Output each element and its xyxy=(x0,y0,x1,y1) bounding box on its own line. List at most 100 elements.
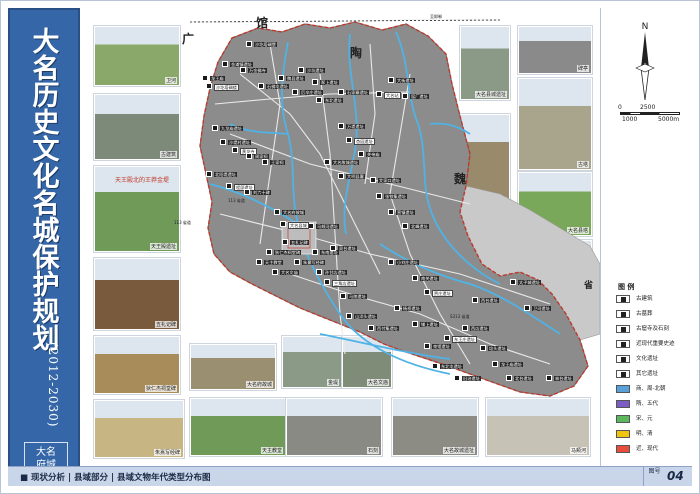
heritage-site-icon[interactable] xyxy=(376,193,382,199)
heritage-site-icon[interactable] xyxy=(340,293,346,299)
heritage-site-icon[interactable] xyxy=(506,375,512,381)
heritage-site-icon[interactable] xyxy=(480,345,486,351)
heritage-site-icon[interactable] xyxy=(274,209,280,215)
heritage-site-icon[interactable] xyxy=(324,159,330,165)
heritage-site-icon[interactable] xyxy=(524,305,530,311)
heritage-site-icon[interactable] xyxy=(388,259,394,265)
heritage-site-label[interactable]: 大名府故城 xyxy=(282,210,305,215)
heritage-site-icon[interactable] xyxy=(266,249,272,255)
heritage-site-icon[interactable] xyxy=(226,183,232,189)
heritage-site-icon[interactable] xyxy=(206,171,212,177)
heritage-site-icon[interactable] xyxy=(492,361,498,367)
heritage-site-icon[interactable] xyxy=(222,61,228,67)
heritage-site-icon[interactable] xyxy=(258,83,264,89)
heritage-site-label[interactable]: 朱熹写经碑 xyxy=(302,260,325,265)
heritage-site-label[interactable]: 艾家口遗址 xyxy=(378,178,401,183)
heritage-site-label[interactable]: 西付集遗址 xyxy=(376,326,399,331)
heritage-site-icon[interactable] xyxy=(376,91,382,97)
heritage-site-label[interactable]: 东北遗址 xyxy=(324,98,343,103)
heritage-site-icon[interactable] xyxy=(202,75,208,81)
heritage-site-icon[interactable] xyxy=(308,223,314,229)
heritage-site-icon[interactable] xyxy=(472,297,478,303)
heritage-site-icon[interactable] xyxy=(282,239,288,245)
heritage-site-label[interactable]: 大明县署 xyxy=(346,174,365,179)
heritage-site-icon[interactable] xyxy=(394,305,400,311)
heritage-site-label[interactable]: 天主教堂 xyxy=(264,260,283,265)
heritage-site-icon[interactable] xyxy=(444,335,450,341)
heritage-site-label[interactable]: 五礼记碑 xyxy=(290,240,309,245)
heritage-site-icon[interactable] xyxy=(330,245,336,251)
heritage-site-label[interactable]: 后辛庄遗址 xyxy=(300,90,323,95)
heritage-site-label[interactable]: 龙王庙遗址 xyxy=(500,362,523,367)
heritage-site-label[interactable]: 大名故城遗址 xyxy=(332,160,360,165)
heritage-site-icon[interactable] xyxy=(278,75,284,81)
heritage-site-label[interactable]: 北峰遗址 xyxy=(410,224,429,229)
heritage-site-icon[interactable] xyxy=(402,223,408,229)
heritage-site-icon[interactable] xyxy=(246,153,252,159)
heritage-site-icon[interactable] xyxy=(338,89,344,95)
heritage-site-icon[interactable] xyxy=(432,363,438,369)
heritage-site-icon[interactable] xyxy=(232,147,238,153)
heritage-site-icon[interactable] xyxy=(206,83,212,89)
heritage-site-label[interactable]: 沙坑遗址 xyxy=(306,68,325,73)
heritage-site-label[interactable]: 林台遗址 xyxy=(554,376,573,381)
heritage-site-label[interactable]: 狄仁杰祠堂碑 xyxy=(274,250,302,255)
heritage-site-label[interactable]: 关帝庙 xyxy=(366,152,381,157)
heritage-site-label[interactable]: 龙王庙 xyxy=(210,76,225,81)
heritage-site-icon[interactable] xyxy=(454,375,460,381)
heritage-site-label[interactable]: 山洋头遗址 xyxy=(354,314,377,319)
heritage-site-icon[interactable] xyxy=(412,275,418,281)
county-map[interactable]: 沙圪塔碉堡 金滩镇遗址 龙王庙 沙圪塔碉楼 万金佛寺 石佛屯遗址 魏县遗址 后辛庄遗址 九龙庙遗… xyxy=(170,14,601,404)
heritage-site-label[interactable]: 沙堤村遗址 xyxy=(228,140,251,145)
heritage-site-icon[interactable] xyxy=(312,249,318,255)
heritage-site-icon[interactable] xyxy=(424,289,430,295)
heritage-site-label[interactable]: 魏县遗址 xyxy=(286,76,305,81)
heritage-site-label[interactable]: 三角店遗址 xyxy=(332,280,357,287)
heritage-site-icon[interactable] xyxy=(256,259,262,265)
heritage-site-label[interactable]: 南关遗址 xyxy=(420,276,439,281)
heritage-site-icon[interactable] xyxy=(346,313,352,319)
heritage-site-label[interactable]: 东北屯遗址 xyxy=(440,364,463,369)
heritage-site-label[interactable]: 小刘庄遗址 xyxy=(396,260,419,265)
heritage-site-icon[interactable] xyxy=(510,279,516,285)
heritage-site-icon[interactable] xyxy=(316,97,322,103)
heritage-site-label[interactable]: 大街遗址 xyxy=(396,78,415,83)
heritage-site-label[interactable]: 万堤遗址 xyxy=(346,124,365,129)
heritage-site-label[interactable]: 贾庄遗址 xyxy=(432,290,453,297)
heritage-site-label[interactable]: 大名县城 xyxy=(288,222,309,229)
heritage-site-label[interactable]: 双台遗址 xyxy=(338,246,357,251)
heritage-site-label[interactable]: 石家寨遗址 xyxy=(346,90,369,95)
heritage-site-icon[interactable] xyxy=(368,325,374,331)
heritage-site-icon[interactable] xyxy=(212,125,218,131)
heritage-site-label[interactable]: 铺上遗址 xyxy=(420,322,439,327)
heritage-site-icon[interactable] xyxy=(338,173,344,179)
heritage-site-icon[interactable] xyxy=(294,259,300,265)
heritage-site-label[interactable]: 沙圪塔碉堡 xyxy=(254,42,277,47)
heritage-site-icon[interactable] xyxy=(246,41,252,47)
heritage-site-label[interactable]: 大名站 xyxy=(384,92,401,99)
heritage-site-label[interactable]: 北阳堤遗址 xyxy=(214,172,237,177)
heritage-site-label[interactable]: 马陵遗址 xyxy=(348,294,367,299)
heritage-site-icon[interactable] xyxy=(346,137,352,143)
heritage-site-label[interactable]: 万金佛寺 xyxy=(248,68,267,73)
heritage-site-label[interactable]: 营镇遗址 xyxy=(396,210,415,215)
heritage-site-icon[interactable] xyxy=(462,325,468,331)
heritage-site-label[interactable]: 孙甘店遗址 xyxy=(324,270,347,275)
heritage-site-icon[interactable] xyxy=(402,93,408,99)
heritage-site-label[interactable]: 太子城遗址 xyxy=(518,280,541,285)
heritage-site-label[interactable]: 北台遗址 xyxy=(514,376,533,381)
heritage-site-label[interactable]: 旧治遗址 xyxy=(462,376,481,381)
heritage-site-label[interactable]: 东王庄遗址 xyxy=(452,336,477,343)
heritage-site-label[interactable]: 沙圪塔碉楼 xyxy=(214,84,239,91)
heritage-site-label[interactable]: 杨桥遗址 xyxy=(402,306,421,311)
heritage-site-label[interactable]: 杏园遗址 xyxy=(354,138,375,145)
heritage-site-icon[interactable] xyxy=(316,269,322,275)
heritage-site-label[interactable]: 西台遗址 xyxy=(480,298,499,303)
heritage-site-label[interactable]: 大名文庙 xyxy=(280,270,299,275)
heritage-site-icon[interactable] xyxy=(272,269,278,275)
heritage-site-icon[interactable] xyxy=(324,279,330,285)
heritage-site-icon[interactable] xyxy=(262,159,268,165)
heritage-site-label[interactable]: 王家祠 xyxy=(270,160,285,165)
heritage-site-label[interactable]: 西店遗址 xyxy=(470,326,489,331)
heritage-site-icon[interactable] xyxy=(388,77,394,83)
